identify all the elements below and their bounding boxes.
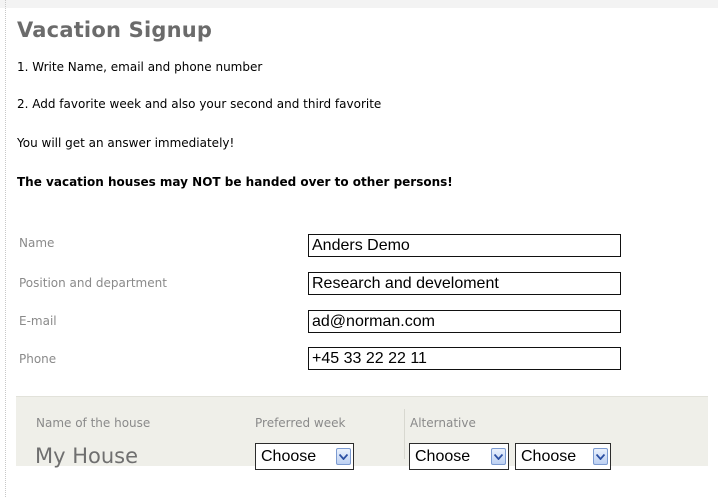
instruction-1: 1. Write Name, email and phone number (17, 60, 263, 74)
house-name-label: Name of the house (36, 416, 151, 430)
email-input[interactable] (308, 310, 621, 333)
alternative-week-value-1: Choose (415, 448, 471, 465)
left-border (5, 0, 6, 497)
chevron-down-icon[interactable] (593, 448, 608, 465)
phone-label: Phone (19, 352, 57, 366)
alternative-week-select-2[interactable]: Choose (515, 443, 611, 470)
preferred-week-value: Choose (261, 448, 317, 465)
preferred-week-label: Preferred week (255, 416, 346, 430)
top-bar (0, 0, 718, 8)
alternative-label: Alternative (410, 416, 476, 430)
column-divider (404, 409, 405, 459)
position-input[interactable] (308, 272, 621, 295)
instruction-3: You will get an answer immediately! (17, 136, 235, 150)
alternative-week-value-2: Choose (521, 448, 577, 465)
chevron-down-icon[interactable] (336, 448, 351, 465)
warning-text: The vacation houses may NOT be handed ov… (17, 175, 453, 189)
alternative-week-select-1[interactable]: Choose (409, 443, 509, 470)
position-label: Position and department (19, 276, 167, 290)
phone-input[interactable] (308, 347, 621, 370)
page: Vacation Signup 1. Write Name, email and… (0, 0, 718, 497)
name-label: Name (19, 236, 55, 250)
instruction-2: 2. Add favorite week and also your secon… (17, 97, 382, 111)
name-input[interactable] (308, 234, 621, 257)
page-title: Vacation Signup (17, 18, 213, 42)
preferred-week-select[interactable]: Choose (255, 443, 354, 470)
chevron-down-icon[interactable] (491, 448, 506, 465)
email-label: E-mail (19, 314, 57, 328)
house-name: My House (35, 444, 139, 468)
